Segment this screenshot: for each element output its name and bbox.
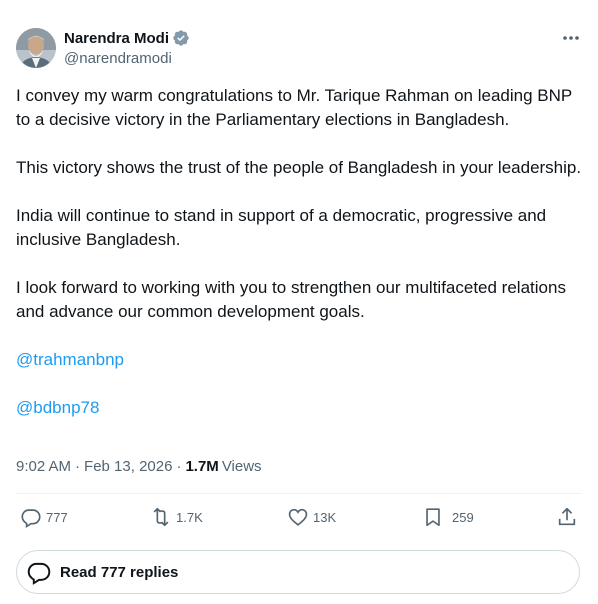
- mention-link-bdbnp78[interactable]: @bdbnp78: [16, 398, 99, 417]
- reply-count: 777: [46, 509, 68, 525]
- views-label: Views: [221, 458, 262, 475]
- tweet-paragraph: I convey my warm congratulations to Mr. …: [16, 86, 572, 129]
- tweet-card: Narendra Modi @narendramodi I convey my …: [0, 0, 598, 604]
- author-name-row: Narendra Modi: [64, 29, 190, 47]
- avatar[interactable]: [16, 28, 56, 68]
- repost-count: 1.7K: [176, 509, 203, 525]
- avatar-portrait-icon: [16, 28, 56, 68]
- meta-separator: ·: [75, 458, 81, 475]
- tweet-time[interactable]: 9:02 AM: [16, 458, 71, 475]
- author-name[interactable]: Narendra Modi: [64, 30, 169, 47]
- reply-button[interactable]: 777: [20, 506, 68, 528]
- share-icon: [558, 507, 576, 526]
- tweet-paragraph: India will continue to stand in support …: [16, 206, 547, 249]
- tweet-paragraph: This victory shows the trust of the peop…: [16, 158, 582, 177]
- repost-button[interactable]: 1.7K: [150, 506, 203, 528]
- bookmark-icon: [426, 508, 440, 527]
- heart-icon: [288, 508, 308, 526]
- mention-link-trahmanbnp[interactable]: @trahmanbnp: [16, 350, 124, 369]
- verified-badge-icon: [172, 29, 190, 47]
- views-count: 1.7M: [185, 458, 219, 475]
- more-horizontal-icon: [563, 36, 579, 40]
- share-button[interactable]: [556, 506, 578, 528]
- meta-separator: ·: [176, 458, 182, 475]
- tweet-text: I convey my warm congratulations to Mr. …: [16, 84, 586, 420]
- author-handle[interactable]: @narendramodi: [64, 50, 172, 67]
- bookmark-count: 259: [452, 509, 474, 525]
- action-bar: 777 1.7K 13K 259: [16, 494, 582, 544]
- like-count: 13K: [313, 509, 337, 525]
- bookmark-button[interactable]: 259: [422, 506, 474, 528]
- like-button[interactable]: 13K: [287, 506, 336, 528]
- read-replies-label: Read 777 replies: [60, 563, 179, 581]
- reply-icon: [27, 562, 51, 585]
- tweet-meta: 9:02 AM · Feb 13, 2026 · 1.7M Views: [16, 458, 262, 475]
- repost-icon: [153, 507, 169, 527]
- more-options-button[interactable]: [560, 30, 582, 46]
- read-replies-button[interactable]: Read 777 replies: [16, 550, 580, 594]
- reply-icon: [21, 509, 41, 528]
- tweet-paragraph: I look forward to working with you to st…: [16, 278, 566, 321]
- tweet-date[interactable]: Feb 13, 2026: [84, 458, 172, 475]
